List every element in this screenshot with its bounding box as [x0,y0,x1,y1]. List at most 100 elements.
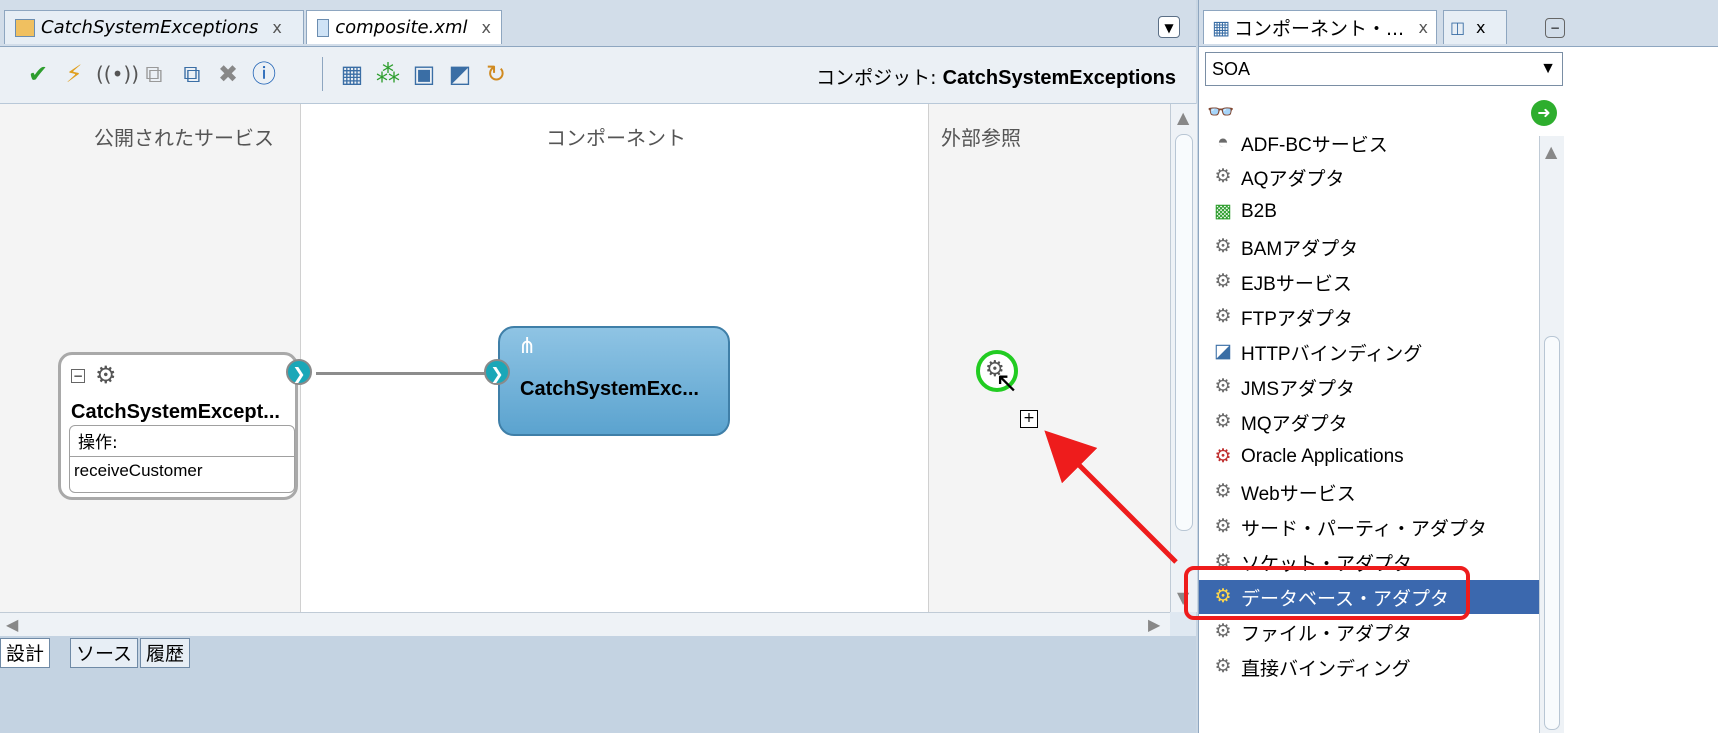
copy-icon[interactable]: ⧉ [140,60,168,88]
gear-icon: ⚙ [1214,271,1232,292]
mouse-cursor-icon: ↖ [995,366,1019,399]
mediator-component[interactable]: ⋔ CatchSystemExc... [498,326,730,436]
chevron-down-icon[interactable]: ▼ [1158,16,1180,38]
service-box[interactable]: − ⚙ CatchSystemExcept... 操作: receiveCust… [58,352,298,500]
palette-list: ◓ ADF-BCサービス ⚙ AQアダプタ ▩ B2B ⚙ BAMアダプタ ⚙ EJBサー… [1199,136,1539,733]
gear-icon: ⚙ [1214,621,1232,642]
list-item[interactable]: ▩ B2B [1199,195,1539,229]
gear-icon: ⚙ [1214,446,1232,467]
gear-icon: ⚙ [1214,236,1232,257]
check-icon[interactable]: ✔ [24,60,52,88]
gear-icon: ⚙ [95,361,117,389]
list-item[interactable]: ⚙ FTPアダプタ [1199,300,1539,334]
list-item-label: HTTPバインディング [1241,343,1423,365]
list-item-label: ファイル・アダプタ [1241,623,1413,645]
export-icon[interactable]: ◩ [446,60,474,88]
list-item-label: B2B [1241,201,1277,222]
b2b-icon: ▩ [1214,201,1232,222]
save-icon[interactable]: ▣ [410,60,438,88]
operations-panel: 操作: receiveCustomer [69,425,295,493]
gear-icon: ⚙ [1214,166,1232,187]
scrollbar-thumb[interactable] [1175,134,1193,531]
minimize-icon[interactable]: − [1545,18,1565,38]
column-header-components: コンポーネント [546,126,686,150]
operation-item[interactable]: receiveCustomer [70,456,294,485]
list-item[interactable]: ⚙ EJBサービス [1199,265,1539,299]
list-item[interactable]: ◪ HTTPバインディング [1199,335,1539,369]
scroll-right-icon[interactable]: ▶ [1148,615,1160,634]
tab-source[interactable]: ソース [70,638,139,668]
list-item-label: サード・パーティ・アダプタ [1241,518,1487,540]
list-item-label: BAMアダプタ [1241,238,1359,260]
component-port-icon[interactable]: ❯ [484,359,510,385]
chevron-down-icon[interactable]: ▼ [1540,53,1556,85]
refresh-icon[interactable]: ↻ [482,60,510,88]
paste-icon[interactable]: ⧉ [178,60,206,88]
composite-canvas[interactable]: 公開されたサービス コンポーネント 外部参照 − ⚙ CatchSystemEx… [0,104,1171,612]
palette-search: 👓 ➜ [1205,94,1563,134]
scrollbar-thumb[interactable] [1544,336,1560,730]
list-item-label: JMSアダプタ [1241,378,1356,400]
list-item[interactable]: ⚙ 直接バインディング [1199,650,1539,684]
list-item[interactable]: ◓ ADF-BCサービス [1199,136,1539,160]
route-icon: ⋔ [518,334,537,359]
list-item[interactable]: ⚙ AQアダプタ [1199,160,1539,194]
palette-tab-bar: ▦ コンポーネント・... x ◫ x − [1199,0,1718,47]
tab-label: composite.xml [335,17,468,38]
http-icon: ◪ [1214,341,1232,362]
tab-history[interactable]: 履歴 [140,638,191,668]
database-icon[interactable]: ▦ [338,60,366,88]
column-header-services: 公開されたサービス [94,126,274,150]
list-item[interactable]: ⚙ MQアダプタ [1199,405,1539,439]
scroll-up-icon[interactable]: ▲ [1545,142,1557,161]
list-item[interactable]: ⚙ BAMアダプタ [1199,230,1539,264]
service-port-icon[interactable]: ❯ [286,359,312,385]
search-input[interactable] [1241,96,1533,132]
category-value: SOA [1212,59,1251,79]
lightning-icon[interactable]: ⚡ [60,60,88,88]
list-item[interactable]: ⚙ Webサービス [1199,475,1539,509]
gear-icon: ⚙ [1214,306,1232,327]
close-icon[interactable]: x [482,18,491,37]
tab-composite-xml[interactable]: composite.xml x [306,10,502,44]
category-select[interactable]: SOA ▼ [1205,52,1563,86]
editor-pane: CatchSystemExceptions x composite.xml x … [0,0,1197,733]
scroll-left-icon[interactable]: ◀ [6,615,18,634]
tab-component-palette[interactable]: ▦ コンポーネント・... x [1203,10,1437,44]
binoculars-icon: 👓 [1207,100,1235,125]
canvas-horizontal-scrollbar[interactable]: ◀ ▶ [0,612,1170,637]
tab-label: CatchSystemExceptions [41,17,259,38]
list-item[interactable]: ⚙ Oracle Applications [1199,440,1539,474]
gear-icon: ⚙ [1214,481,1232,502]
list-item-label: MQアダプタ [1241,413,1348,435]
wire-connection[interactable] [316,372,486,375]
info-icon[interactable]: ⓘ [250,60,278,88]
tab-catchsystemexceptions[interactable]: CatchSystemExceptions x [4,10,304,44]
go-icon[interactable]: ➜ [1531,100,1557,126]
gear-icon: ⚙ [1214,516,1232,537]
scroll-up-icon[interactable]: ▲ [1177,108,1189,127]
close-icon[interactable]: x [1419,18,1428,37]
composite-name: CatchSystemExceptions [942,67,1176,89]
list-item[interactable]: ⚙ サード・パーティ・アダプタ [1199,510,1539,544]
operations-label: 操作: [78,433,118,453]
list-item[interactable]: ⚙ ファイル・アダプタ [1199,615,1539,649]
list-item-label: EJBサービス [1241,273,1352,295]
list-item-label: FTPアダプタ [1241,308,1353,330]
network-icon[interactable]: ⁂ [374,60,402,88]
palette-scrollbar[interactable]: ▲ [1539,136,1564,733]
collapse-icon[interactable]: − [71,369,85,383]
list-item-label: AQアダプタ [1241,168,1345,190]
list-item[interactable]: ⚙ JMSアダプタ [1199,370,1539,404]
delete-icon[interactable]: ✖ [214,60,242,88]
editor-tab-bar: CatchSystemExceptions x composite.xml x … [0,0,1196,47]
canvas-vertical-scrollbar[interactable]: ▲ ▼ [1170,104,1197,612]
close-icon[interactable]: x [272,18,281,37]
signal-icon[interactable]: ((•)) [96,60,139,88]
tab-resource-palette[interactable]: ◫ x [1443,10,1507,44]
list-item-label: 直接バインディング [1241,658,1411,680]
composite-label: コンポジット: CatchSystemExceptions [816,63,1176,90]
tab-design[interactable]: 設計 [0,638,51,668]
toolbar-separator [322,57,323,91]
column-header-references: 外部参照 [941,126,1021,150]
